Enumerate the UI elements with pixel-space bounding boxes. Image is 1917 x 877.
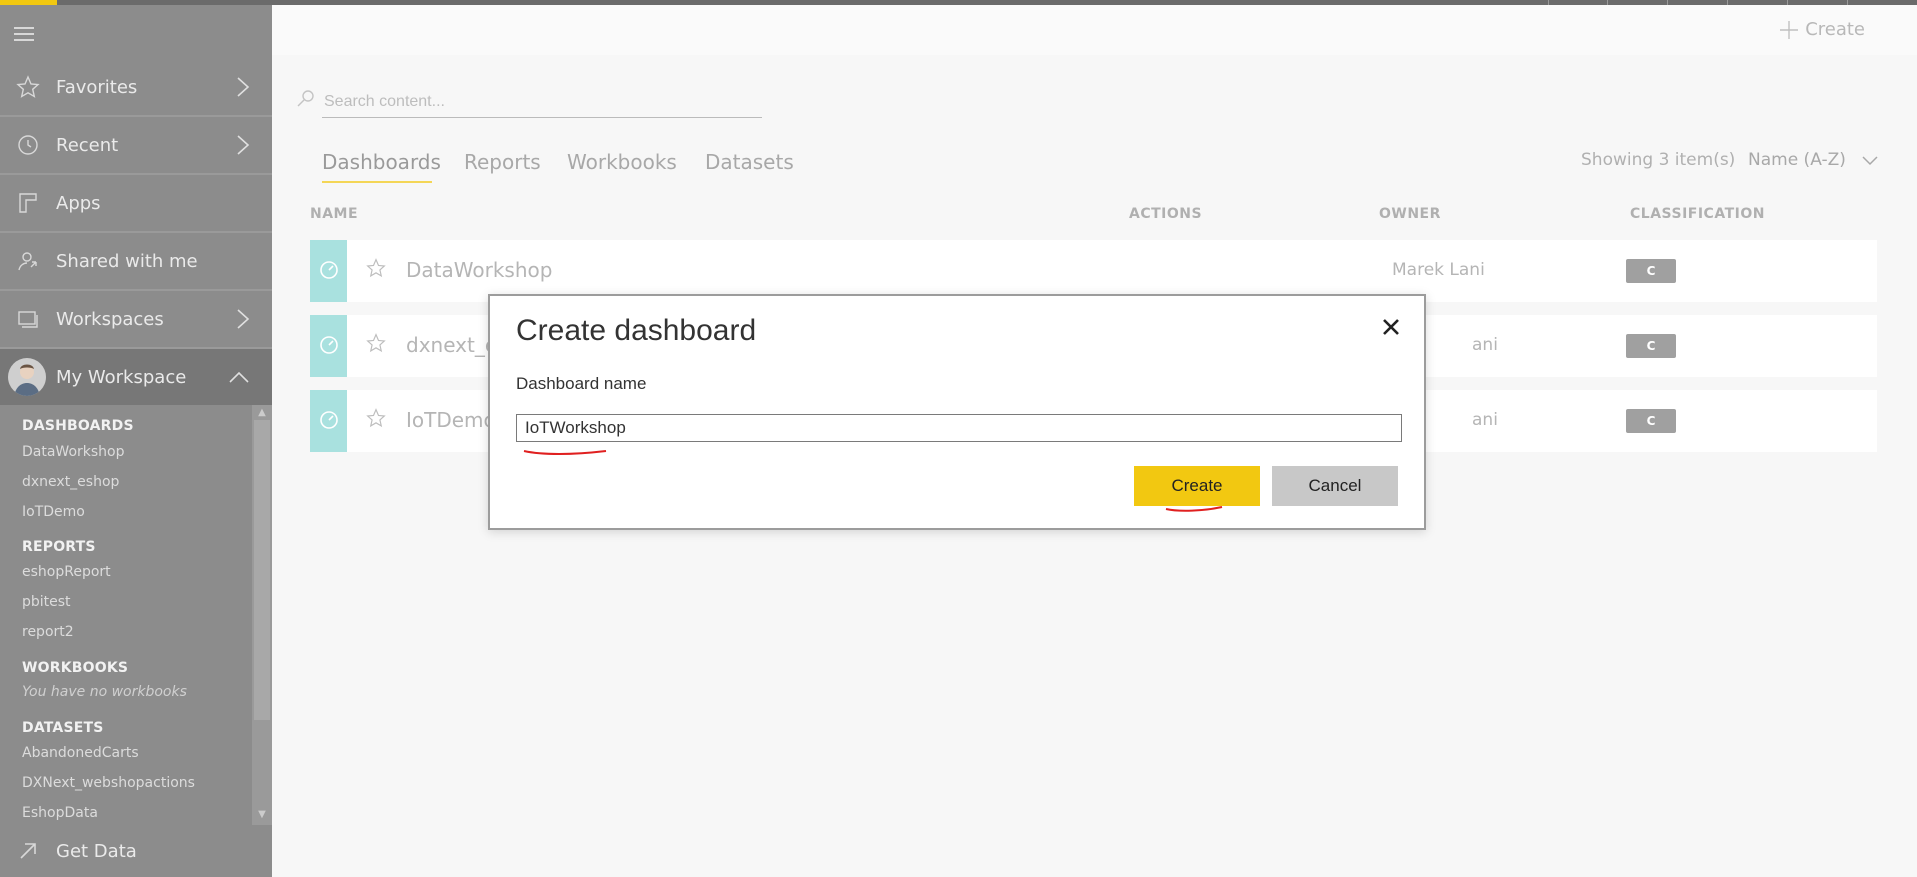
favorite-star-icon[interactable] xyxy=(366,258,386,278)
dashboard-tile xyxy=(310,315,347,377)
star-icon xyxy=(16,75,40,98)
arrow-up-right-icon xyxy=(20,843,36,859)
nav-label: Apps xyxy=(56,192,101,214)
sidebar-item-report[interactable]: eshopReport xyxy=(22,564,111,580)
sidebar: Favorites Recent Apps Shared with me Wor… xyxy=(0,5,272,877)
annotation-underline xyxy=(1165,506,1223,512)
row-owner: Marek Lani xyxy=(1392,260,1485,280)
nav-shared-with-me[interactable]: Shared with me xyxy=(0,233,272,289)
dialog-title: Create dashboard xyxy=(516,314,757,347)
section-header-dashboards: DASHBOARDS xyxy=(22,418,134,434)
dashboard-tile xyxy=(310,240,347,302)
section-header-reports: REPORTS xyxy=(22,539,96,555)
nav-label: My Workspace xyxy=(56,366,187,388)
workbooks-empty-text: You have no workbooks xyxy=(22,684,187,700)
column-header-owner[interactable]: OWNER xyxy=(1379,206,1441,222)
column-header-actions: ACTIONS xyxy=(1129,206,1203,222)
classification-badge: C xyxy=(1626,259,1676,283)
search-icon xyxy=(297,90,314,107)
create-top-label: Create xyxy=(1805,19,1865,40)
workspace-content-list: DASHBOARDS DataWorkshop dxnext_eshop IoT… xyxy=(0,405,252,825)
workspaces-icon xyxy=(18,311,38,328)
dashboard-name-input[interactable] xyxy=(516,414,1402,442)
gauge-icon xyxy=(320,336,338,354)
section-header-workbooks: WORKBOOKS xyxy=(22,660,129,676)
section-header-datasets: DATASETS xyxy=(22,720,104,736)
tab-workbooks[interactable]: Workbooks xyxy=(567,150,677,174)
create-button[interactable]: Create xyxy=(1134,466,1260,506)
nav-label: Shared with me xyxy=(56,250,198,272)
nav-label: Workspaces xyxy=(56,308,164,330)
sort-dropdown[interactable]: Name (A-Z) xyxy=(1748,150,1846,170)
sidebar-item-dashboard[interactable]: IoTDemo xyxy=(22,504,85,520)
search-box xyxy=(297,87,766,118)
item-count: Showing 3 item(s) xyxy=(1581,150,1736,170)
classification-badge: C xyxy=(1626,409,1676,433)
nav-workspaces[interactable]: Workspaces xyxy=(0,291,272,347)
hamburger-menu-icon[interactable] xyxy=(14,27,34,45)
chevron-down-icon[interactable] xyxy=(1862,155,1878,167)
favorite-star-icon[interactable] xyxy=(366,408,386,428)
nav-label: Favorites xyxy=(56,76,138,98)
plus-icon xyxy=(1780,20,1799,39)
create-top-button[interactable]: Create xyxy=(1779,19,1865,40)
classification-badge: C xyxy=(1626,334,1676,358)
close-icon[interactable] xyxy=(1380,316,1402,338)
tab-datasets[interactable]: Datasets xyxy=(705,150,794,174)
sidebar-item-dashboard[interactable]: DataWorkshop xyxy=(22,444,125,460)
cancel-button[interactable]: Cancel xyxy=(1272,466,1398,506)
nav-get-data[interactable]: Get Data xyxy=(0,825,272,877)
row-name[interactable]: DataWorkshop xyxy=(406,258,552,282)
nav-my-workspace[interactable]: My Workspace xyxy=(0,349,272,405)
sidebar-item-report[interactable]: report2 xyxy=(22,624,74,640)
dashboard-tile xyxy=(310,390,347,452)
gauge-icon xyxy=(320,261,338,279)
gauge-icon xyxy=(320,411,338,429)
nav-favorites[interactable]: Favorites xyxy=(0,59,272,115)
nav-recent[interactable]: Recent xyxy=(0,117,272,173)
scroll-up-icon[interactable]: ▲ xyxy=(256,408,268,418)
row-name[interactable]: IoTDemo xyxy=(406,408,496,432)
column-header-classification[interactable]: CLASSIFICATION xyxy=(1630,206,1765,222)
nav-apps[interactable]: Apps xyxy=(0,175,272,231)
sidebar-item-dataset[interactable]: AbandonedCarts xyxy=(22,745,139,761)
sidebar-item-report[interactable]: pbitest xyxy=(22,594,71,610)
tab-dashboards[interactable]: Dashboards xyxy=(322,150,441,174)
shared-icon xyxy=(18,252,37,271)
sidebar-item-dataset[interactable]: EshopData xyxy=(22,805,98,821)
nav-label: Get Data xyxy=(56,840,137,862)
row-owner: ani xyxy=(1472,335,1498,355)
sidebar-item-dataset[interactable]: DXNext_webshopactions xyxy=(22,775,195,791)
row-owner: ani xyxy=(1472,410,1498,430)
chevron-right-icon[interactable] xyxy=(236,308,250,330)
apps-icon xyxy=(19,193,37,213)
top-strip xyxy=(272,5,1917,55)
nav-label: Recent xyxy=(56,134,119,156)
annotation-underline xyxy=(523,450,607,455)
create-dashboard-dialog: Create dashboard Dashboard name Create C… xyxy=(488,294,1426,530)
dashboard-name-label: Dashboard name xyxy=(516,374,647,393)
column-header-name[interactable]: NAME xyxy=(310,206,358,222)
active-tab-indicator xyxy=(322,181,432,183)
search-input[interactable] xyxy=(322,87,766,117)
chevron-up-icon[interactable] xyxy=(228,370,250,384)
avatar xyxy=(8,358,46,396)
scroll-down-icon[interactable]: ▼ xyxy=(256,810,268,820)
chevron-right-icon[interactable] xyxy=(236,76,250,98)
table-row[interactable]: DataWorkshop Marek Lani C xyxy=(310,240,1877,302)
tab-reports[interactable]: Reports xyxy=(464,150,541,174)
sidebar-item-dashboard[interactable]: dxnext_eshop xyxy=(22,474,119,490)
favorite-star-icon[interactable] xyxy=(366,333,386,353)
clock-icon xyxy=(18,135,38,155)
sidebar-scroll-thumb[interactable] xyxy=(254,420,270,720)
chevron-right-icon[interactable] xyxy=(236,134,250,156)
